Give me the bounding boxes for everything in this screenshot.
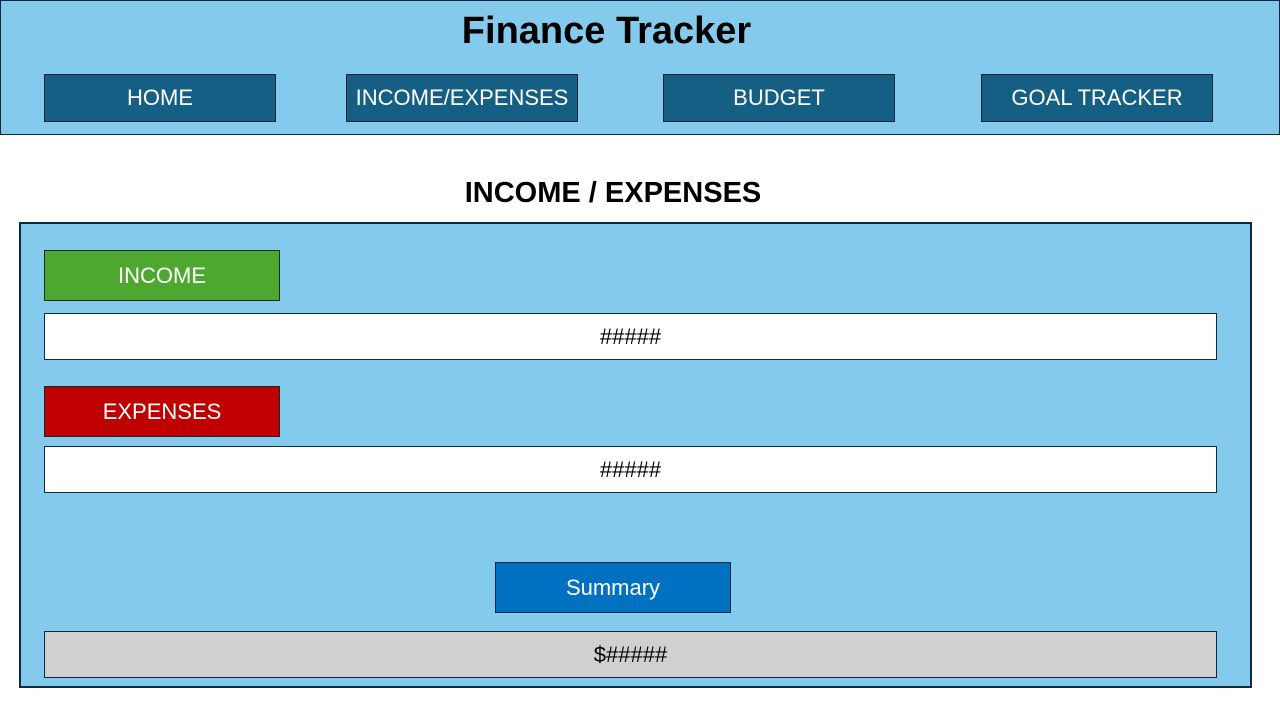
nav-goal-tracker-button[interactable]: GOAL TRACKER	[981, 74, 1213, 122]
nav-income-expenses-button[interactable]: INCOME/EXPENSES	[346, 74, 578, 122]
income-value-field[interactable]: #####	[44, 313, 1217, 360]
app-title: Finance Tracker	[461, 10, 752, 52]
summary-value-field: $#####	[44, 631, 1217, 678]
nav-budget-button[interactable]: BUDGET	[663, 74, 895, 122]
page-title: INCOME / EXPENSES	[464, 177, 762, 209]
expenses-label: EXPENSES	[44, 386, 280, 437]
summary-button[interactable]: Summary	[495, 562, 731, 613]
expenses-value-field[interactable]: #####	[44, 446, 1217, 493]
nav-home-button[interactable]: HOME	[44, 74, 276, 122]
income-label: INCOME	[44, 250, 280, 301]
